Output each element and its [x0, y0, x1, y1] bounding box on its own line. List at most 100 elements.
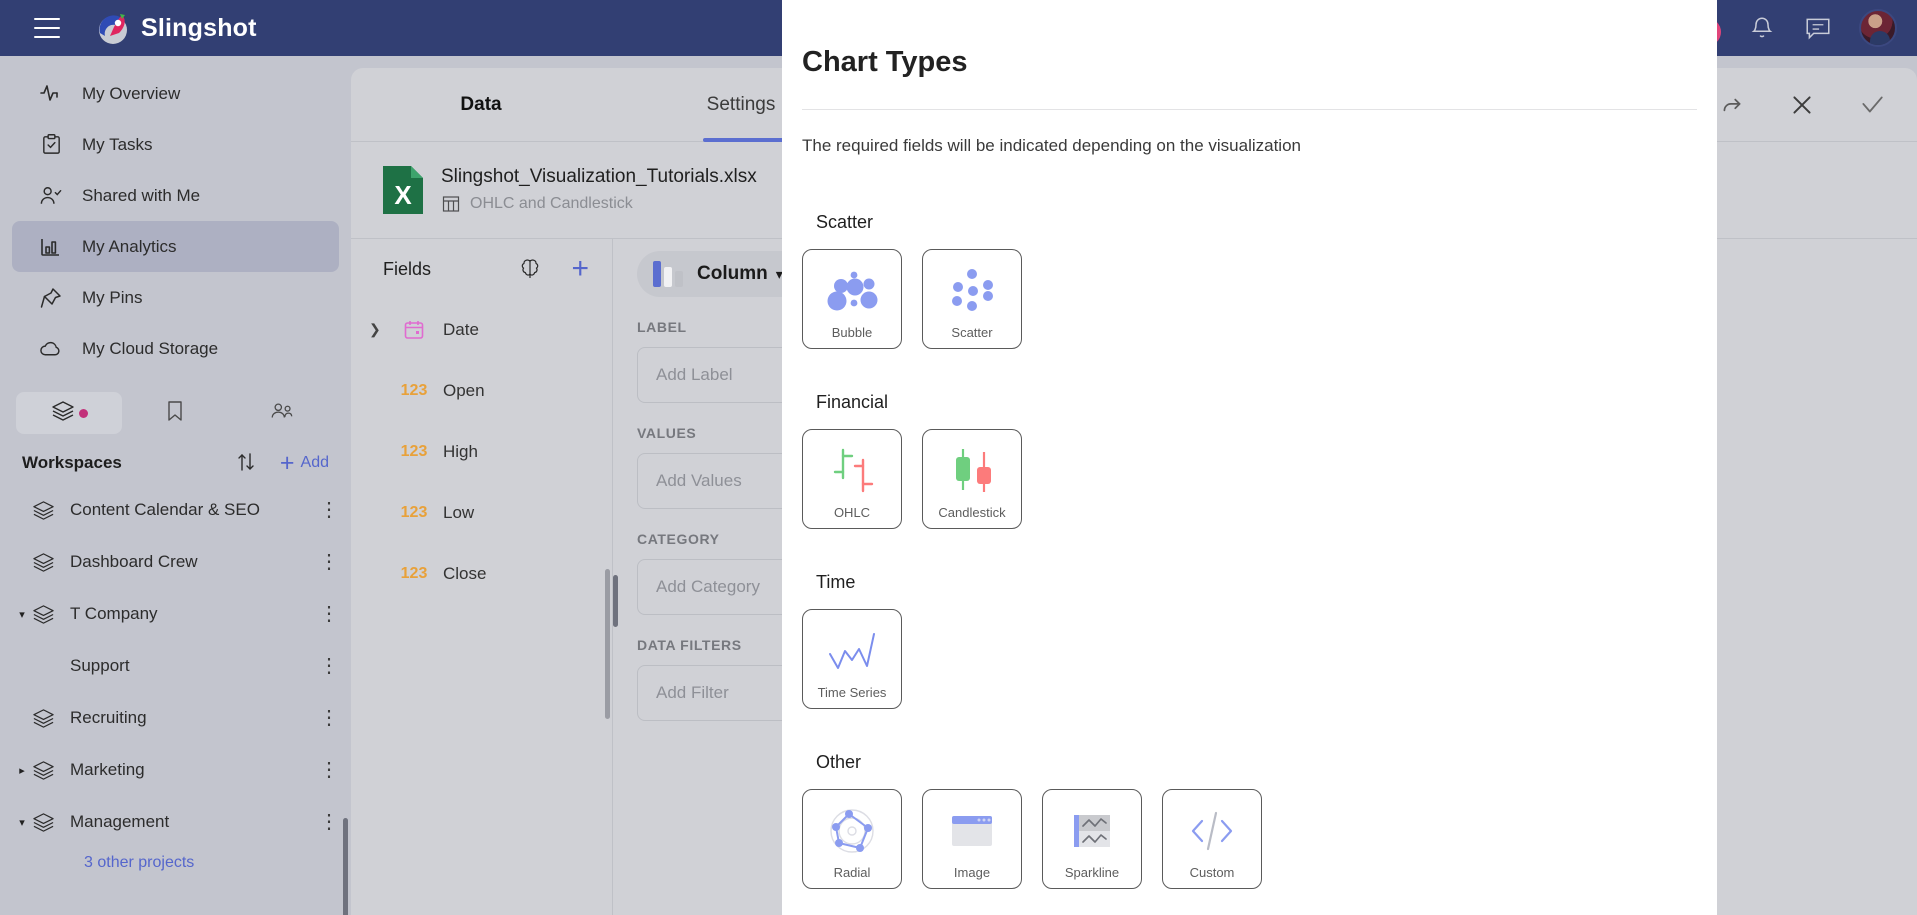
excel-file-icon: X [381, 164, 425, 216]
chart-type-bubble[interactable]: Bubble [802, 249, 902, 349]
fields-scrollbar[interactable] [605, 569, 610, 719]
expand-caret[interactable]: ▾ [14, 816, 30, 829]
chevron-right-icon[interactable]: ❯ [369, 321, 391, 338]
sidebar-item-label: My Analytics [82, 236, 177, 256]
close-icon[interactable] [1787, 90, 1817, 120]
layers-icon [30, 497, 56, 523]
sidebar-item-my-analytics[interactable]: My Analytics [12, 221, 339, 272]
workspace-item-marketing[interactable]: ▸ Marketing ⋮ [0, 744, 351, 796]
field-item-high[interactable]: 123 High [351, 421, 613, 482]
redo-icon[interactable] [1717, 90, 1747, 120]
tab-bookmarks[interactable] [122, 392, 228, 434]
bell-icon[interactable] [1747, 13, 1777, 43]
sidebar-item-my-overview[interactable]: My Overview [12, 68, 339, 119]
workspace-label: Marketing [70, 760, 145, 779]
sidebar-item-my-tasks[interactable]: My Tasks [12, 119, 339, 170]
chart-type-sparkline[interactable]: Sparkline [1042, 789, 1142, 889]
add-workspace-label: Add [300, 454, 329, 471]
workspace-menu-icon[interactable]: ⋮ [319, 552, 339, 572]
bar-chart-icon [38, 234, 64, 260]
slingshot-logo-icon [96, 11, 130, 45]
chart-type-label: Candlestick [938, 505, 1006, 520]
workspace-item-dashboard-crew[interactable]: Dashboard Crew ⋮ [0, 536, 351, 588]
expand-caret[interactable]: ▾ [14, 608, 30, 621]
sparkline-chart-icon [1043, 800, 1141, 862]
add-field-icon[interactable]: + [571, 254, 589, 284]
number-type-icon: 123 [400, 503, 428, 521]
group-items: Radial Image Sparkline Custom [782, 789, 1262, 889]
layers-icon [30, 809, 56, 835]
workspace-item-support[interactable]: Support ⋮ [0, 640, 351, 692]
sidebar-item-my-cloud-storage[interactable]: My Cloud Storage [12, 323, 339, 374]
sort-arrows-icon[interactable] [234, 450, 260, 476]
sidebar-item-label: My Overview [82, 83, 181, 103]
sidebar-item-label: My Tasks [82, 134, 153, 154]
file-name: Slingshot_Visualization_Tutorials.xlsx [441, 166, 757, 187]
chart-type-label: Custom [1189, 865, 1235, 880]
editor-toolbar [1717, 68, 1887, 142]
number-type-icon: 123 [400, 564, 428, 582]
sidebar-item-label: My Cloud Storage [82, 338, 219, 358]
svg-text:X: X [394, 180, 412, 210]
field-label: Date [443, 319, 479, 339]
sidebar-item-my-pins[interactable]: My Pins [12, 272, 339, 323]
sidebar-item-label: Shared with Me [82, 185, 201, 205]
field-item-date[interactable]: ❯ Date [351, 299, 613, 360]
chart-group-time: Time Time Series [782, 572, 902, 709]
chart-type-label: Bubble [831, 325, 873, 340]
sidebar-item-label: My Pins [82, 287, 143, 307]
avatar[interactable] [1859, 9, 1897, 47]
config-scrollbar[interactable] [613, 575, 618, 627]
sidebar-item-shared-with-me[interactable]: Shared with Me [12, 170, 339, 221]
tab-workspaces[interactable] [16, 392, 123, 434]
field-label: Close [443, 563, 487, 583]
tab-data[interactable]: Data [351, 68, 611, 142]
column-chart-icon [653, 261, 683, 287]
check-icon[interactable] [1857, 90, 1887, 120]
workspace-item-recruiting[interactable]: Recruiting ⋮ [0, 692, 351, 744]
code-brackets-icon [1163, 800, 1261, 862]
workspaces-header: Workspaces + Add [0, 442, 351, 484]
chart-type-label: Scatter [951, 325, 993, 340]
field-item-low[interactable]: 123 Low [351, 482, 613, 543]
chart-type-label: Sparkline [1064, 865, 1120, 880]
primary-nav: My Overview My Tasks Shared with Me My A… [0, 56, 351, 374]
radial-chart-icon [803, 800, 901, 862]
group-title: Time [816, 572, 856, 592]
image-widget-icon [923, 800, 1021, 862]
workspace-item-t-company[interactable]: ▾ T Company ⋮ [0, 588, 351, 640]
chart-type-radial[interactable]: Radial [802, 789, 902, 889]
chart-type-scatter[interactable]: Scatter [922, 249, 1022, 349]
field-label: Low [443, 502, 475, 522]
workspace-menu-icon[interactable]: ⋮ [319, 708, 339, 728]
other-projects-link[interactable]: 3 other projects [0, 854, 351, 872]
chart-type-label: Image [953, 865, 991, 880]
comment-icon[interactable] [1803, 13, 1833, 43]
tab-people[interactable] [229, 392, 335, 434]
date-type-icon [391, 318, 437, 342]
chart-type-ohlc[interactable]: OHLC [802, 429, 902, 529]
expand-caret[interactable]: ▸ [14, 764, 30, 777]
group-title: Financial [816, 392, 889, 412]
sidebar-tabstrip [16, 392, 335, 434]
chart-type-image[interactable]: Image [922, 789, 1022, 889]
workspace-menu-icon[interactable]: ⋮ [319, 812, 339, 832]
group-items: Bubble Scatter [782, 249, 1022, 349]
hamburger-icon[interactable] [34, 18, 60, 38]
workspace-menu-icon[interactable]: ⋮ [319, 604, 339, 624]
fields-header: Fields + [351, 239, 613, 299]
brain-icon[interactable] [517, 256, 543, 282]
field-item-open[interactable]: 123 Open [351, 360, 613, 421]
chart-type-time-series[interactable]: Time Series [802, 609, 902, 709]
chart-type-candlestick[interactable]: Candlestick [922, 429, 1022, 529]
workspace-menu-icon[interactable]: ⋮ [319, 760, 339, 780]
workspace-menu-icon[interactable]: ⋮ [319, 656, 339, 676]
workspace-item-management[interactable]: ▾ Management ⋮ [0, 796, 351, 848]
workspace-item-content-calendar-seo[interactable]: Content Calendar & SEO ⋮ [0, 484, 351, 536]
add-workspace-button[interactable]: + Add [280, 450, 329, 476]
field-item-close[interactable]: 123 Close [351, 543, 613, 604]
chart-type-custom[interactable]: Custom [1162, 789, 1262, 889]
sidebar-scrollbar[interactable] [343, 818, 348, 915]
workspace-menu-icon[interactable]: ⋮ [319, 500, 339, 520]
chart-type-label: Radial [833, 865, 871, 880]
